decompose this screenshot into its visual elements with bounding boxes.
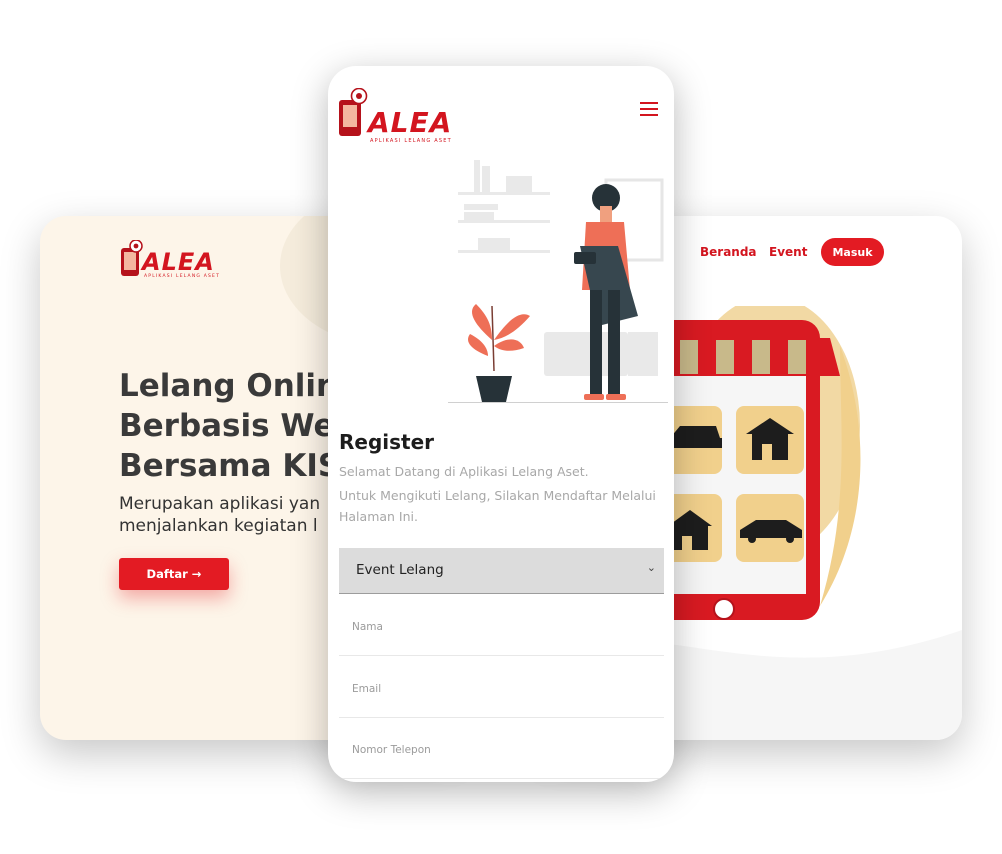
register-title: Register bbox=[339, 430, 435, 454]
logo-mark-icon bbox=[121, 240, 143, 276]
brand-wordmark: ALEA bbox=[142, 248, 215, 276]
register-illustration bbox=[448, 160, 668, 403]
chevron-down-icon: ⌄ bbox=[646, 561, 656, 574]
brand-tagline: APLIKASI LELANG ASET bbox=[370, 138, 452, 144]
nav-link-event[interactable]: Event bbox=[769, 245, 807, 259]
event-lelang-select[interactable]: Event Lelang ⌄ bbox=[339, 548, 664, 594]
register-welcome-text: Selamat Datang di Aplikasi Lelang Aset. bbox=[339, 464, 589, 479]
mobile-register-preview: ALEA APLIKASI LELANG ASET Register Selam… bbox=[328, 66, 674, 782]
nama-field-wrapper bbox=[339, 598, 664, 656]
brand-logo[interactable]: ALEA APLIKASI LELANG ASET bbox=[338, 82, 468, 144]
brand-wordmark: ALEA bbox=[368, 106, 453, 139]
register-instruction-text: Untuk Mengikuti Lelang, Silakan Mendafta… bbox=[339, 488, 656, 524]
daftar-button[interactable]: Daftar → bbox=[119, 558, 229, 590]
email-input[interactable] bbox=[339, 660, 664, 717]
masuk-button[interactable]: Masuk bbox=[821, 238, 884, 266]
nav-link-beranda[interactable]: Beranda bbox=[700, 245, 757, 259]
telepon-field-wrapper bbox=[339, 721, 664, 779]
email-field-wrapper bbox=[339, 660, 664, 718]
logo-mark-icon bbox=[339, 88, 368, 136]
nomor-telepon-input[interactable] bbox=[339, 721, 664, 778]
event-select-value: Event Lelang bbox=[356, 562, 444, 578]
brand-tagline: APLIKASI LELANG ASET bbox=[144, 274, 221, 279]
brand-logo[interactable]: ALEA APLIKASI LELANG ASET bbox=[120, 234, 230, 282]
hamburger-icon[interactable] bbox=[640, 100, 658, 118]
nama-input[interactable] bbox=[339, 598, 664, 655]
